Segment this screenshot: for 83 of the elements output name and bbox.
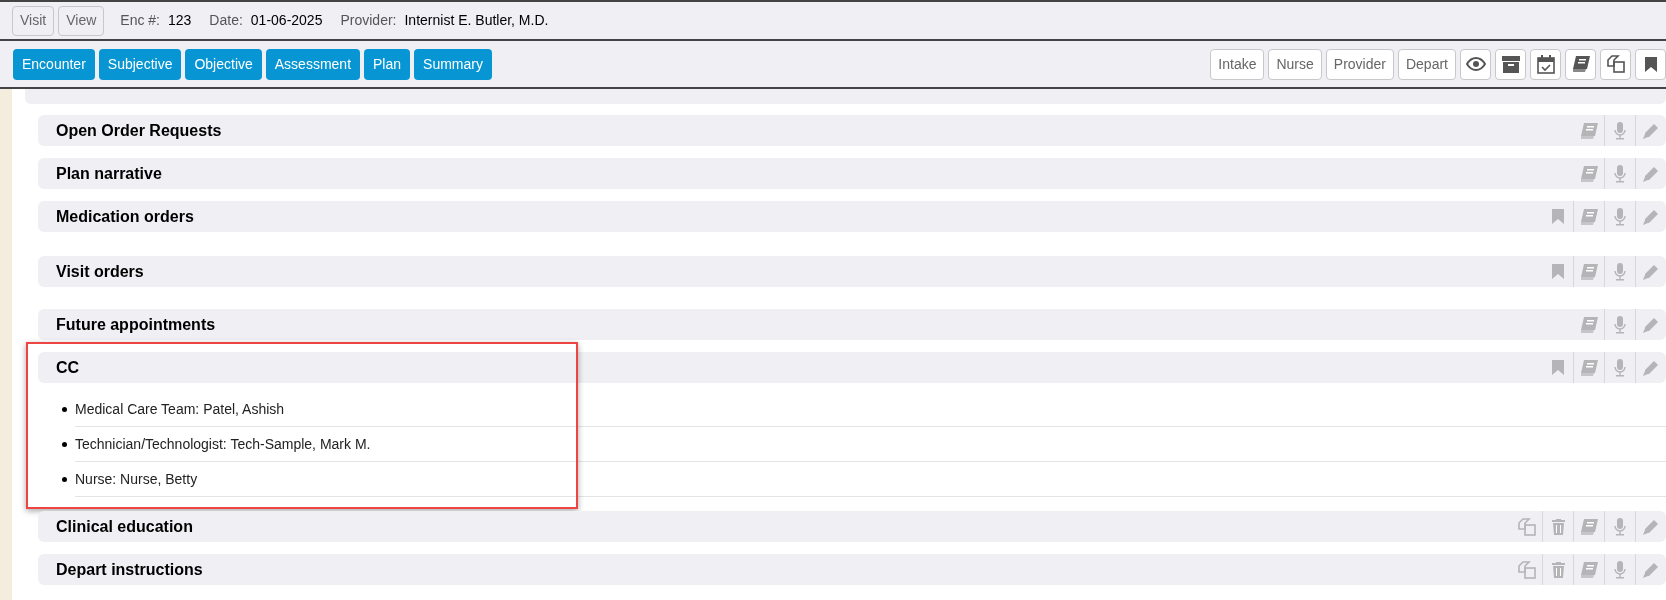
care-team-entry: Medical Care Team: Patel, Ashish	[75, 399, 285, 419]
book-icon	[1580, 263, 1598, 280]
copy-icon	[1606, 55, 1625, 73]
eye-icon	[1465, 57, 1486, 71]
toolbar-icon-button[interactable]	[1565, 48, 1596, 80]
section-title: Clinical education	[56, 516, 193, 537]
section-header[interactable]: Open Order Requests	[38, 115, 1666, 146]
bullet-icon	[62, 406, 67, 412]
microphone-icon	[1614, 358, 1626, 377]
care-team-entry: Technician/Technologist: Tech-Sample, Mark M.	[75, 434, 371, 454]
book-icon	[1579, 122, 1598, 139]
microphone-icon	[1614, 560, 1626, 579]
microphone-icon	[1614, 517, 1626, 536]
header-button[interactable]: Visit	[12, 5, 55, 36]
section-header[interactable]: Clinical education	[38, 511, 1666, 542]
section-tab[interactable]: Encounter	[13, 48, 95, 80]
pencil-icon	[1643, 122, 1659, 139]
bullet-icon	[62, 441, 67, 447]
trash-icon	[1551, 561, 1565, 578]
section-title: Open Order Requests	[56, 120, 222, 141]
pencil-icon	[1643, 208, 1659, 225]
trash-icon	[1551, 518, 1565, 535]
section-header[interactable]: Depart instructions	[38, 554, 1666, 585]
section-title: Medication orders	[56, 206, 194, 227]
microphone-icon	[1614, 207, 1626, 226]
toolbar-icon-button[interactable]	[1530, 48, 1561, 80]
workflow-button[interactable]: Intake	[1210, 48, 1265, 80]
toolbar-icon-button[interactable]	[1495, 48, 1526, 80]
toolbar-icon-button[interactable]	[1600, 48, 1631, 80]
section-header[interactable]: Future appointments	[38, 309, 1666, 340]
book-icon	[1580, 359, 1598, 376]
book-icon	[1580, 561, 1598, 578]
field-value: 123	[168, 11, 192, 30]
section-tab[interactable]: Assessment	[265, 48, 361, 80]
microphone-icon	[1614, 164, 1626, 183]
bookmark-icon	[1644, 56, 1657, 72]
microphone-icon	[1614, 262, 1626, 281]
book-icon	[1571, 56, 1590, 72]
section-title: Plan narrative	[56, 163, 162, 184]
field-label: Date:	[209, 11, 243, 30]
bullet-icon	[62, 476, 67, 482]
book-icon	[1580, 208, 1598, 225]
section-header[interactable]: Medication orders	[38, 201, 1666, 232]
bookmark-icon	[1551, 209, 1564, 224]
book-icon	[1579, 165, 1598, 182]
section-title: Future appointments	[56, 314, 216, 335]
workflow-button[interactable]: Depart	[1397, 48, 1456, 80]
pencil-icon	[1643, 359, 1659, 376]
pencil-icon	[1643, 518, 1659, 535]
section-header[interactable]: Visit orders	[38, 256, 1666, 287]
header-button[interactable]: View	[58, 5, 105, 36]
field-label: Provider:	[340, 11, 397, 30]
copy-icon	[1517, 560, 1536, 579]
pencil-icon	[1643, 263, 1659, 280]
section-tab[interactable]: Subjective	[98, 48, 182, 80]
section-title: CC	[56, 357, 80, 378]
pencil-icon	[1643, 316, 1659, 333]
field-value: 01-06-2025	[250, 11, 323, 30]
workflow-button[interactable]: Provider	[1325, 48, 1394, 80]
microphone-icon	[1614, 315, 1626, 334]
section-title: Depart instructions	[56, 559, 203, 580]
calendar-check-icon	[1536, 54, 1555, 74]
pencil-icon	[1643, 561, 1659, 578]
pencil-icon	[1643, 165, 1659, 182]
section-tab[interactable]: Summary	[414, 48, 492, 80]
copy-icon	[1517, 517, 1536, 536]
section-title: Visit orders	[56, 261, 144, 282]
section-tab[interactable]: Plan	[364, 48, 411, 80]
care-team-entry: Nurse: Nurse, Betty	[75, 469, 198, 489]
book-icon	[1580, 518, 1598, 535]
archive-icon	[1501, 55, 1520, 73]
section-tab[interactable]: Objective	[185, 48, 262, 80]
microphone-icon	[1614, 121, 1626, 140]
field-value: Internist E. Butler, M.D.	[404, 11, 549, 30]
bookmark-icon	[1551, 264, 1564, 279]
workflow-button[interactable]: Nurse	[1268, 48, 1322, 80]
section-header[interactable]: CC	[38, 352, 1666, 383]
toolbar-icon-button[interactable]	[1460, 48, 1491, 80]
section-header[interactable]: Plan narrative	[38, 158, 1666, 189]
book-icon	[1579, 316, 1598, 333]
field-label: Enc #:	[120, 11, 160, 30]
bookmark-icon	[1551, 360, 1564, 375]
toolbar-icon-button[interactable]	[1635, 48, 1666, 80]
